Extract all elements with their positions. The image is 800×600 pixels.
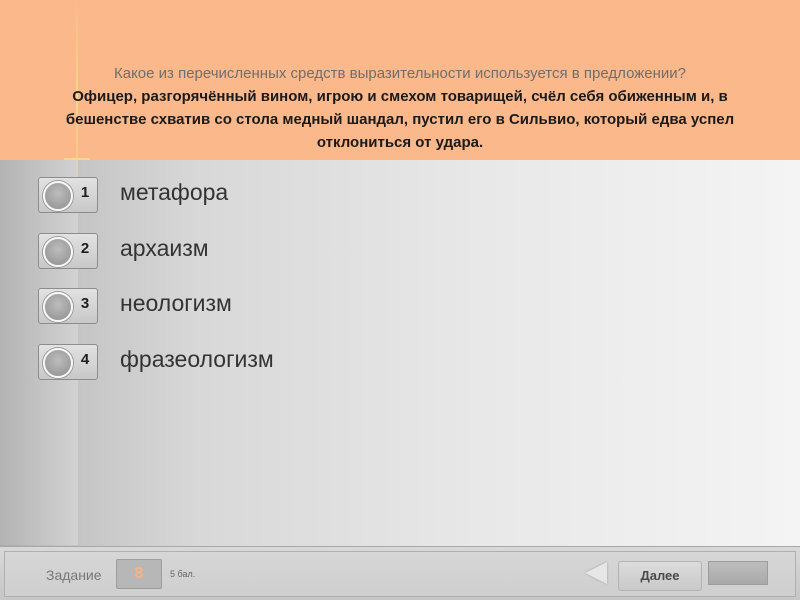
option-selector[interactable]: 4 <box>38 344 98 380</box>
option-label[interactable]: неологизм <box>120 290 232 317</box>
answer-option-3[interactable]: 3 неологизм <box>38 288 458 326</box>
option-selector[interactable]: 3 <box>38 288 98 324</box>
option-label[interactable]: фразеологизм <box>120 346 274 373</box>
quiz-footer: Задание 8 5 бал. Далее <box>0 546 800 600</box>
radio-circle-icon[interactable] <box>43 292 73 322</box>
answer-option-2[interactable]: 2 архаизм <box>38 233 458 271</box>
option-number: 3 <box>80 295 90 312</box>
option-selector[interactable]: 2 <box>38 233 98 269</box>
option-selector[interactable]: 1 <box>38 177 98 213</box>
task-score: 5 бал. <box>170 569 196 579</box>
quiz-screen: Какое из перечисленных средств выразител… <box>0 0 800 600</box>
radio-circle-icon[interactable] <box>43 181 73 211</box>
option-number: 4 <box>80 351 90 368</box>
answer-option-1[interactable]: 1 метафора <box>38 177 458 215</box>
footer-extra-button[interactable] <box>708 561 768 585</box>
option-label[interactable]: архаизм <box>120 235 209 262</box>
task-label: Задание <box>46 567 102 583</box>
option-number: 1 <box>80 184 90 201</box>
question-header: Какое из перечисленных средств выразител… <box>0 0 800 180</box>
option-label[interactable]: метафора <box>120 179 228 206</box>
option-number: 2 <box>80 240 90 257</box>
question-sentence: Офицер, разгорячённый вином, игрою и сме… <box>65 88 735 151</box>
radio-circle-icon[interactable] <box>43 348 73 378</box>
question-prompt: Какое из перечисленных средств выразител… <box>113 65 686 82</box>
answer-option-4[interactable]: 4 фразеологизм <box>38 344 458 382</box>
back-arrow-icon[interactable] <box>585 562 607 584</box>
task-number-badge: 8 <box>116 559 162 589</box>
question-text: Какое из перечисленных средств выразител… <box>40 62 760 154</box>
radio-circle-icon[interactable] <box>43 237 73 267</box>
header-decor-tick <box>64 158 90 160</box>
next-button[interactable]: Далее <box>618 561 702 591</box>
